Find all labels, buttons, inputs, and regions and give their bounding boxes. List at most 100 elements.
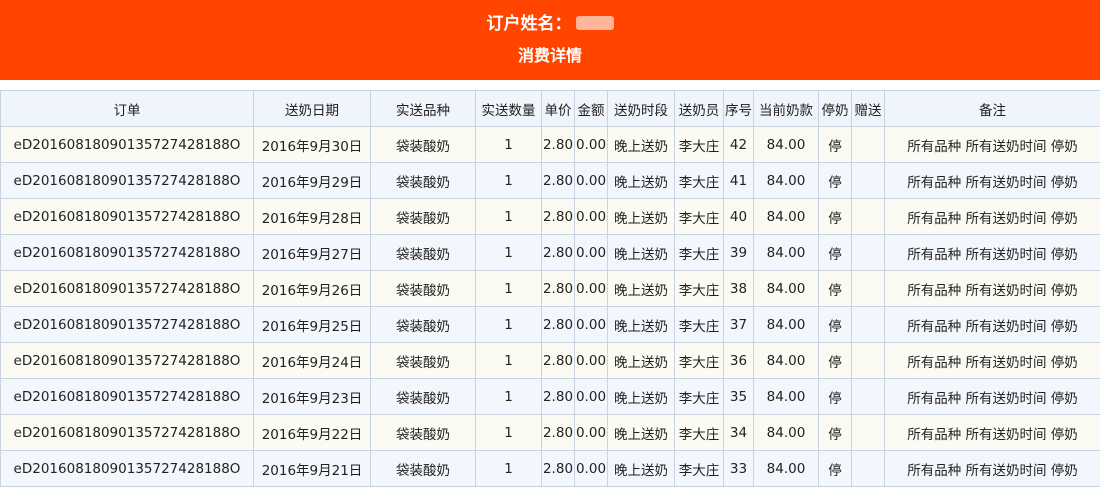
cell-current-balance: 84.00 (753, 306, 819, 343)
subscriber-name-label: 订户姓名： (486, 14, 572, 34)
cell-delivery-period: 晚上送奶 (607, 270, 675, 307)
cell-delivery-period: 晚上送奶 (607, 162, 675, 199)
cell-sequence: 40 (723, 198, 754, 235)
cell-unit-price: 2.80 (541, 270, 575, 307)
cell-delivery-date: 2016年9月21日 (253, 450, 371, 487)
cell-courier: 李大庄 (674, 306, 724, 343)
cell-current-balance: 84.00 (753, 270, 819, 307)
cell-product: 袋装酸奶 (370, 234, 476, 271)
table-body: eD20160818090135727428188O 2016年9月30日 袋装酸奶… (0, 126, 1100, 487)
cell-product: 袋装酸奶 (370, 270, 476, 307)
column-header-quantity: 实送数量 (475, 90, 542, 127)
cell-quantity: 1 (475, 378, 542, 415)
table-row: eD20160818090135727428188O 2016年9月26日 袋装酸奶… (0, 270, 1100, 307)
cell-delivery-date: 2016年9月23日 (253, 378, 371, 415)
cell-courier: 李大庄 (674, 234, 724, 271)
page-subtitle: 消费详情 (517, 46, 582, 65)
cell-sequence: 38 (723, 270, 754, 307)
cell-remarks: 所有品种 所有送奶时间 停奶 (884, 342, 1100, 379)
cell-delivery-period: 晚上送奶 (607, 414, 675, 451)
cell-remarks: 所有品种 所有送奶时间 停奶 (884, 378, 1100, 415)
table-row: eD20160818090135727428188O 2016年9月30日 袋装酸奶… (0, 126, 1100, 163)
column-header-sequence: 序号 (723, 90, 754, 127)
cell-current-balance: 84.00 (753, 342, 819, 379)
cell-gift (851, 126, 885, 163)
table-header-row: 订单 送奶日期 实送品种 实送数量 单价 金额 送奶时段 送奶员 序号 当前奶款 停奶 赠送 备注 (0, 90, 1100, 127)
cell-sequence: 42 (723, 126, 754, 163)
cell-pause: 停 (818, 126, 852, 163)
table-row: eD20160818090135727428188O 2016年9月28日 袋装酸奶… (0, 198, 1100, 235)
cell-unit-price: 2.80 (541, 378, 575, 415)
cell-pause: 停 (818, 450, 852, 487)
cell-order-id: eD20160818090135727428188O (0, 342, 254, 379)
cell-pause: 停 (818, 342, 852, 379)
cell-unit-price: 2.80 (541, 450, 575, 487)
redacted-name (575, 16, 614, 30)
cell-courier: 李大庄 (674, 378, 724, 415)
cell-amount: 0.00 (574, 126, 608, 163)
cell-current-balance: 84.00 (753, 414, 819, 451)
column-header-courier: 送奶员 (674, 90, 724, 127)
cell-current-balance: 84.00 (753, 126, 819, 163)
cell-current-balance: 84.00 (753, 378, 819, 415)
cell-delivery-period: 晚上送奶 (607, 378, 675, 415)
cell-gift (851, 198, 885, 235)
column-header-order-id: 订单 (0, 90, 254, 127)
cell-delivery-date: 2016年9月26日 (253, 270, 371, 307)
cell-delivery-period: 晚上送奶 (607, 234, 675, 271)
cell-unit-price: 2.80 (541, 126, 575, 163)
cell-order-id: eD20160818090135727428188O (0, 162, 254, 199)
cell-remarks: 所有品种 所有送奶时间 停奶 (884, 270, 1100, 307)
cell-product: 袋装酸奶 (370, 414, 476, 451)
cell-product: 袋装酸奶 (370, 162, 476, 199)
table-row: eD20160818090135727428188O 2016年9月24日 袋装酸奶… (0, 342, 1100, 379)
cell-gift (851, 270, 885, 307)
cell-courier: 李大庄 (674, 270, 724, 307)
cell-sequence: 36 (723, 342, 754, 379)
column-header-product: 实送品种 (370, 90, 476, 127)
cell-unit-price: 2.80 (541, 162, 575, 199)
cell-quantity: 1 (475, 414, 542, 451)
cell-delivery-date: 2016年9月22日 (253, 414, 371, 451)
cell-quantity: 1 (475, 270, 542, 307)
cell-amount: 0.00 (574, 378, 608, 415)
cell-pause: 停 (818, 270, 852, 307)
cell-remarks: 所有品种 所有送奶时间 停奶 (884, 414, 1100, 451)
cell-unit-price: 2.80 (541, 198, 575, 235)
cell-delivery-date: 2016年9月30日 (253, 126, 371, 163)
cell-order-id: eD20160818090135727428188O (0, 414, 254, 451)
cell-pause: 停 (818, 234, 852, 271)
cell-quantity: 1 (475, 342, 542, 379)
cell-gift (851, 450, 885, 487)
cell-order-id: eD20160818090135727428188O (0, 198, 254, 235)
cell-current-balance: 84.00 (753, 198, 819, 235)
cell-gift (851, 162, 885, 199)
column-header-gift: 赠送 (851, 90, 885, 127)
column-header-unit-price: 单价 (541, 90, 575, 127)
cell-courier: 李大庄 (674, 162, 724, 199)
cell-current-balance: 84.00 (753, 450, 819, 487)
cell-order-id: eD20160818090135727428188O (0, 270, 254, 307)
column-header-amount: 金额 (574, 90, 608, 127)
cell-pause: 停 (818, 414, 852, 451)
cell-current-balance: 84.00 (753, 162, 819, 199)
cell-amount: 0.00 (574, 162, 608, 199)
cell-delivery-period: 晚上送奶 (607, 306, 675, 343)
cell-amount: 0.00 (574, 270, 608, 307)
cell-pause: 停 (818, 306, 852, 343)
table-row: eD20160818090135727428188O 2016年9月21日 袋装酸奶… (0, 450, 1100, 487)
cell-amount: 0.00 (574, 198, 608, 235)
column-header-current-balance: 当前奶款 (753, 90, 819, 127)
cell-delivery-date: 2016年9月28日 (253, 198, 371, 235)
column-header-pause: 停奶 (818, 90, 852, 127)
cell-unit-price: 2.80 (541, 414, 575, 451)
cell-quantity: 1 (475, 198, 542, 235)
consumption-table: 订单 送奶日期 实送品种 实送数量 单价 金额 送奶时段 送奶员 序号 当前奶款 停奶 赠送 备注 eD… (0, 90, 1100, 487)
cell-sequence: 34 (723, 414, 754, 451)
cell-delivery-period: 晚上送奶 (607, 450, 675, 487)
cell-remarks: 所有品种 所有送奶时间 停奶 (884, 450, 1100, 487)
cell-product: 袋装酸奶 (370, 378, 476, 415)
cell-remarks: 所有品种 所有送奶时间 停奶 (884, 126, 1100, 163)
cell-gift (851, 342, 885, 379)
cell-order-id: eD20160818090135727428188O (0, 378, 254, 415)
